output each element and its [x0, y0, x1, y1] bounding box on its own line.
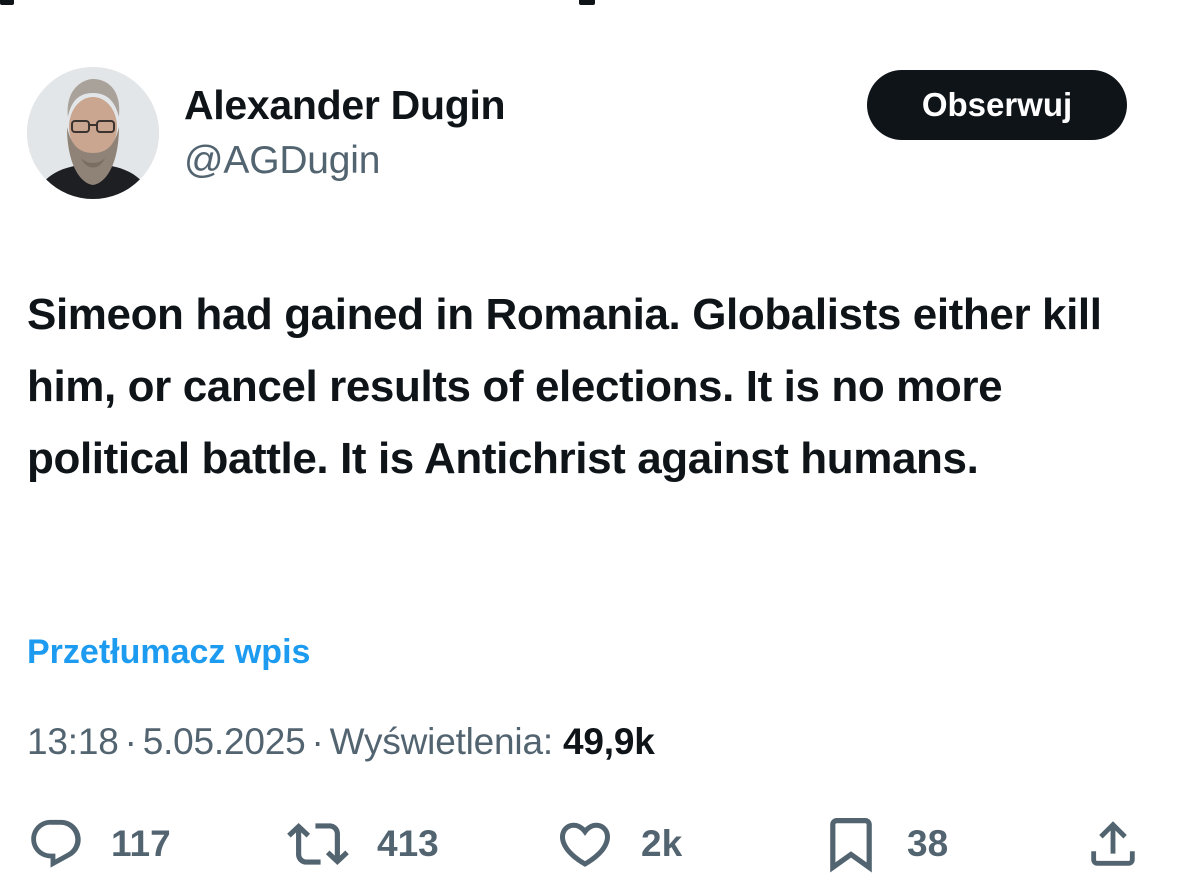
tweet-text: Simeon had gained in Romania. Globalists… — [27, 290, 1102, 483]
author-name[interactable]: Alexander Dugin — [184, 82, 506, 129]
bookmark-button[interactable]: 38 — [825, 812, 948, 876]
avatar-portrait-icon — [27, 67, 159, 199]
reply-button[interactable]: 117 — [27, 812, 171, 876]
reply-icon — [31, 819, 81, 868]
like-button[interactable]: 2k — [555, 812, 682, 876]
views-label: Wyświetlenia: — [329, 721, 553, 762]
avatar[interactable] — [27, 67, 159, 199]
action-bar: 117 413 2k 38 — [0, 812, 1179, 876]
tweet-time[interactable]: 13:18 — [27, 721, 119, 762]
views-count: 49,9k — [563, 721, 655, 762]
author-handle[interactable]: @AGDugin — [184, 139, 380, 183]
tweet-date[interactable]: 5.05.2025 — [143, 721, 306, 762]
bookmark-count: 38 — [907, 823, 949, 864]
follow-button[interactable]: Obserwuj — [867, 70, 1127, 140]
share-button[interactable] — [1084, 812, 1142, 876]
repost-button[interactable]: 413 — [287, 812, 439, 876]
repost-count: 413 — [377, 823, 439, 864]
cropped-header-fragment — [0, 0, 1179, 6]
heart-icon — [559, 822, 611, 867]
separator-dot: · — [124, 721, 137, 762]
translate-post-link[interactable]: Przetłumacz wpis — [27, 633, 310, 672]
tweet-meta: 13:18 · 5.05.2025 · Wyświetlenia: 49,9k — [27, 721, 655, 763]
like-count: 2k — [641, 823, 683, 864]
separator-dot: · — [311, 721, 324, 762]
repost-icon — [287, 823, 349, 865]
reply-count: 117 — [111, 823, 171, 864]
bookmark-icon — [830, 818, 872, 873]
share-icon — [1091, 821, 1135, 866]
